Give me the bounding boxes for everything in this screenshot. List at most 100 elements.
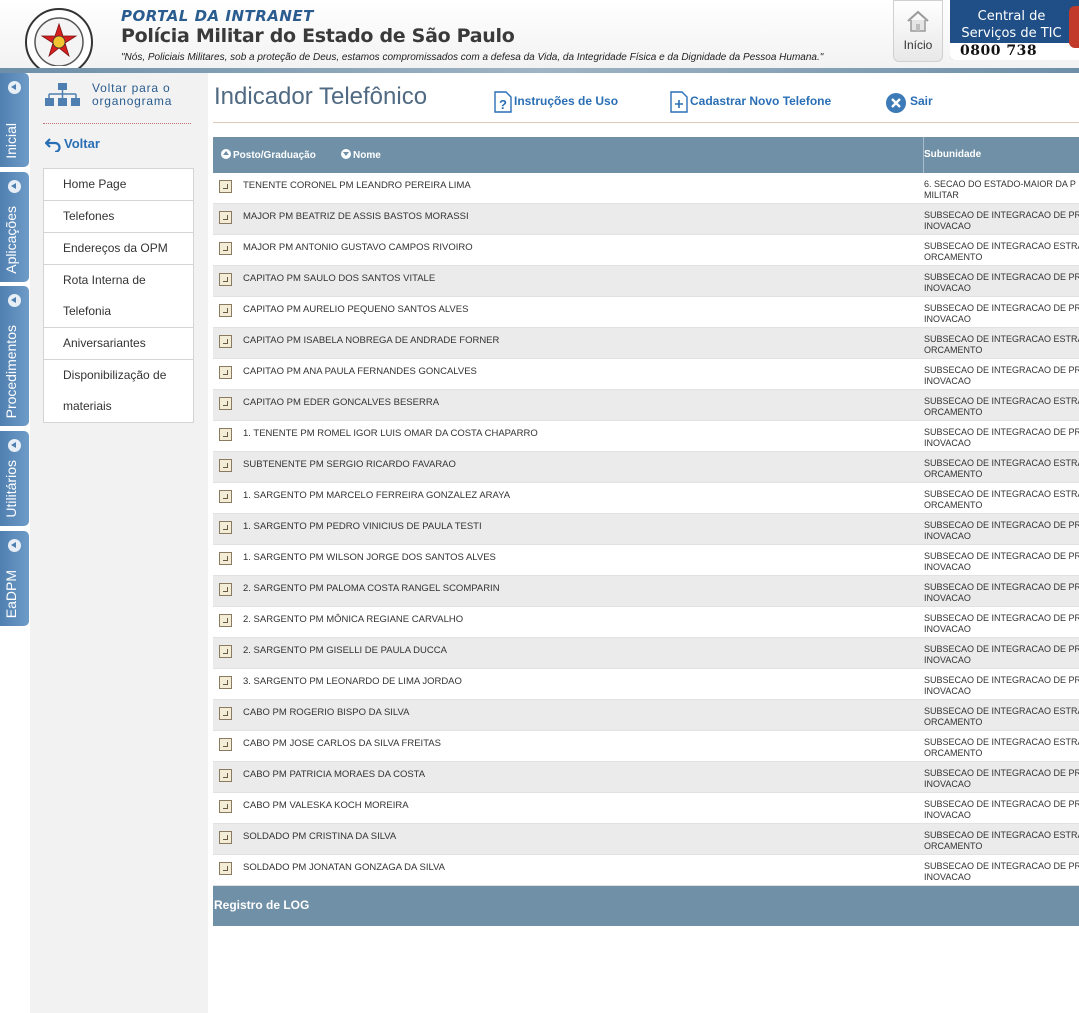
side-tab-utilitarios[interactable]: Utilitários <box>0 431 29 526</box>
side-tab-aplicacoes[interactable]: Aplicações <box>0 172 29 282</box>
title-divider <box>213 122 1079 123</box>
organogram-link[interactable]: Voltar para o organograma <box>45 80 195 110</box>
side-tab-label: Aplicações <box>3 206 19 274</box>
row-subunit: SUBSECAO DE INTEGRACAO ESTRA ORCAMENTO <box>924 737 1079 758</box>
row-name: SUBTENENTE PM SERGIO RICARDO FAVARAO <box>243 459 456 470</box>
row-name: 2. SARGENTO PM MÔNICA REGIANE CARVALHO <box>243 614 464 625</box>
row-name: SOLDADO PM JONATAN GONZAGA DA SILVA <box>243 862 446 873</box>
undo-arrow-icon <box>45 138 61 152</box>
side-tab-inicial[interactable]: Inicial <box>0 73 29 167</box>
portal-title: PORTAL DA INTRANET <box>121 7 314 25</box>
header-name-label: Nome <box>353 150 381 161</box>
table-row: CABO PM JOSE CARLOS DA SILVA FREITAS SUBS… <box>213 731 1079 762</box>
row-subunit: SUBSECAO DE INTEGRACAO DE PR INOVACAO <box>924 768 1079 789</box>
expand-arrow-icon[interactable] <box>219 769 232 782</box>
menu-item-aniversariantes[interactable]: Aniversariantes <box>44 328 193 360</box>
row-name: 2. SARGENTO PM PALOMA COSTA RANGEL SCOMP… <box>243 583 500 594</box>
row-subunit: SUBSECAO DE INTEGRACAO DE PR INOVACAO <box>924 520 1079 541</box>
header-subunit[interactable]: Subunidade <box>924 149 981 160</box>
row-subunit: SUBSECAO DE INTEGRACAO DE PR INOVACAO <box>924 799 1079 820</box>
header-rank[interactable]: Posto/Graduação <box>221 149 316 161</box>
side-tab-procedimentos[interactable]: Procedimentos <box>0 286 29 426</box>
row-subunit: SUBSECAO DE INTEGRACAO ESTRA ORCAMENTO <box>924 458 1079 479</box>
expand-arrow-icon[interactable] <box>219 428 232 441</box>
expand-arrow-icon[interactable] <box>219 211 232 224</box>
side-tab-label: EaDPM <box>3 569 19 618</box>
expand-arrow-icon[interactable] <box>219 862 232 875</box>
expand-arrow-icon[interactable] <box>219 676 232 689</box>
house-icon <box>907 10 929 32</box>
row-subunit: SUBSECAO DE INTEGRACAO ESTRA ORCAMENTO <box>924 830 1079 851</box>
row-name: CABO PM JOSE CARLOS DA SILVA FREITAS <box>243 738 441 749</box>
register-phone-label: Cadastrar Novo Telefone <box>690 94 832 108</box>
expand-arrow-icon[interactable] <box>219 366 232 379</box>
instructions-button[interactable]: ? Instruções de Uso <box>494 91 618 113</box>
instructions-label: Instruções de Uso <box>514 94 619 108</box>
log-label: Registro de LOG <box>214 898 310 912</box>
table-row: CAPITAO PM SAULO DOS SANTOS VITALE SUBSEC… <box>213 266 1079 297</box>
expand-arrow-icon[interactable] <box>219 707 232 720</box>
row-subunit: SUBSECAO DE INTEGRACAO DE PR INOVACAO <box>924 303 1079 324</box>
row-name: 1. SARGENTO PM PEDRO VINICIUS DE PAULA T… <box>243 521 482 532</box>
expand-arrow-icon[interactable] <box>219 490 232 503</box>
table-row: 1. SARGENTO PM MARCELO FERREIRA GONZALEZ… <box>213 483 1079 514</box>
expand-arrow-icon[interactable] <box>219 397 232 410</box>
side-tab-label: Inicial <box>3 123 19 159</box>
row-name: 1. SARGENTO PM MARCELO FERREIRA GONZALEZ… <box>243 490 511 501</box>
expand-arrow-icon[interactable] <box>219 521 232 534</box>
table-row: SOLDADO PM JONATAN GONZAGA DA SILVA SUBSE… <box>213 855 1079 886</box>
menu-item-telefones[interactable]: Telefones <box>44 201 193 233</box>
header-name[interactable]: Nome <box>341 149 381 161</box>
expand-arrow-icon[interactable] <box>219 831 232 844</box>
table-row: CAPITAO PM EDER GONCALVES BESERRA SUBSECA… <box>213 390 1079 421</box>
side-tab-eadpm[interactable]: EaDPM <box>0 531 29 626</box>
row-subunit: SUBSECAO DE INTEGRACAO DE PR INOVACAO <box>924 272 1079 293</box>
expand-arrow-icon[interactable] <box>219 335 232 348</box>
table-row: CAPITAO PM AURELIO PEQUENO SANTOS ALVES S… <box>213 297 1079 328</box>
expand-arrow-icon[interactable] <box>219 180 232 193</box>
menu-item-home-page[interactable]: Home Page <box>44 169 193 201</box>
tic-phone-number: 0800 738 0190 <box>960 43 1038 60</box>
exit-label: Sair <box>910 94 933 108</box>
menu-item-enderecos-opm[interactable]: Endereços da OPM <box>44 233 193 265</box>
row-subunit: SUBSECAO DE INTEGRACAO DE PR INOVACAO <box>924 644 1079 665</box>
table-row: 1. SARGENTO PM PEDRO VINICIUS DE PAULA T… <box>213 514 1079 545</box>
row-subunit: SUBSECAO DE INTEGRACAO DE PR INOVACAO <box>924 861 1079 882</box>
row-name: CAPITAO PM ANA PAULA FERNANDES GONCALVES <box>243 366 477 377</box>
expand-arrow-icon[interactable] <box>219 552 232 565</box>
sidebar-menu: Home Page Telefones Endereços da OPM Rot… <box>43 168 194 423</box>
expand-arrow-icon[interactable] <box>219 583 232 596</box>
table-row: CABO PM PATRICIA MORAES DA COSTA SUBSECAO… <box>213 762 1079 793</box>
tic-service-banner[interactable]: Central de Serviços de TIC 0800 738 0190 <box>950 0 1079 60</box>
table-row: 3. SARGENTO PM LEONARDO DE LIMA JORDAO SU… <box>213 669 1079 700</box>
menu-item-disponibilizacao[interactable]: Disponibilização de materiais <box>44 360 193 422</box>
table-row: CAPITAO PM ISABELA NOBREGA DE ANDRADE FO… <box>213 328 1079 359</box>
row-name: CAPITAO PM AURELIO PEQUENO SANTOS ALVES <box>243 304 469 315</box>
sort-down-icon <box>341 149 351 159</box>
site-header: PORTAL DA INTRANET Polícia Militar do Es… <box>0 0 1079 76</box>
svg-text:?: ? <box>499 97 507 112</box>
row-subunit: SUBSECAO DE INTEGRACAO ESTRA ORCAMENTO <box>924 396 1079 417</box>
pm-logo <box>25 8 93 76</box>
expand-arrow-icon[interactable] <box>219 242 232 255</box>
log-bar[interactable]: Registro de LOG <box>213 886 1079 926</box>
table-row: CAPITAO PM ANA PAULA FERNANDES GONCALVES… <box>213 359 1079 390</box>
register-phone-button[interactable]: Cadastrar Novo Telefone <box>670 91 831 113</box>
row-name: CABO PM ROGERIO BISPO DA SILVA <box>243 707 410 718</box>
row-subunit: 6. SECAO DO ESTADO-MAIOR DA P MILITAR <box>924 179 1076 200</box>
table-row: 2. SARGENTO PM MÔNICA REGIANE CARVALHO SU… <box>213 607 1079 638</box>
row-subunit: SUBSECAO DE INTEGRACAO ESTRA ORCAMENTO <box>924 489 1079 510</box>
expand-arrow-icon[interactable] <box>219 738 232 751</box>
row-subunit: SUBSECAO DE INTEGRACAO DE PR INOVACAO <box>924 365 1079 386</box>
collapse-arrow-icon <box>8 180 21 193</box>
home-button[interactable]: Início <box>893 0 943 62</box>
expand-arrow-icon[interactable] <box>219 645 232 658</box>
expand-arrow-icon[interactable] <box>219 273 232 286</box>
expand-arrow-icon[interactable] <box>219 304 232 317</box>
row-name: CABO PM VALESKA KOCH MOREIRA <box>243 800 409 811</box>
expand-arrow-icon[interactable] <box>219 614 232 627</box>
expand-arrow-icon[interactable] <box>219 800 232 813</box>
menu-item-rota-interna[interactable]: Rota Interna de Telefonia <box>44 265 193 328</box>
collapse-arrow-icon <box>8 294 21 307</box>
expand-arrow-icon[interactable] <box>219 459 232 472</box>
